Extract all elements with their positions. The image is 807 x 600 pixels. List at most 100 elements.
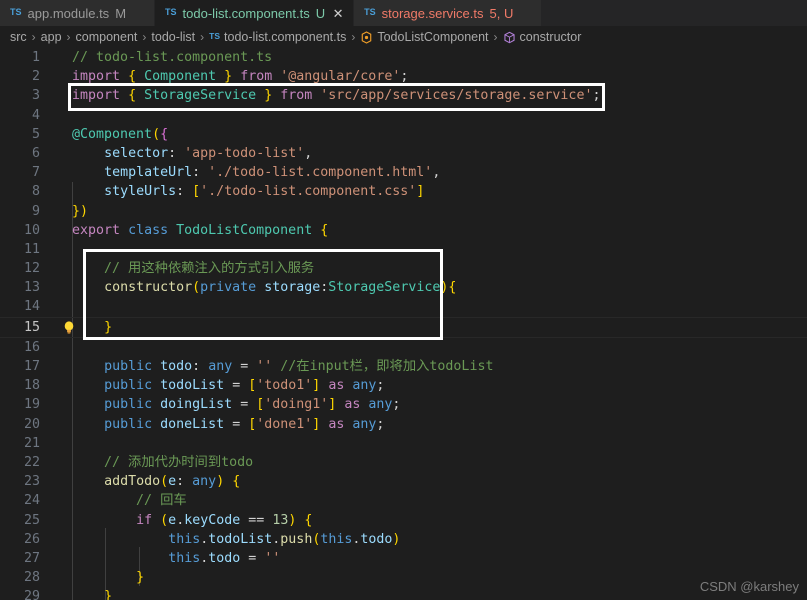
code-line[interactable]: 15 } — [0, 316, 807, 338]
code-line[interactable]: 22 // 添加代办时间到todo — [0, 453, 807, 472]
code-line[interactable]: 11 — [0, 240, 807, 259]
code-line[interactable]: 12 // 用这种依赖注入的方式引入服务 — [0, 259, 807, 278]
class-symbol-icon — [360, 30, 373, 44]
editor-tab-bar: TS app.module.ts M × TS todo-list.compon… — [0, 0, 807, 26]
tab-storage-service-ts[interactable]: TS storage.service.ts 5, U × — [354, 0, 543, 26]
line-number: 17 — [23, 359, 40, 374]
breadcrumb-item-component[interactable]: component — [76, 30, 138, 44]
code-line[interactable]: 1 // todo-list.component.ts — [0, 48, 807, 67]
code-line[interactable]: 26 this.todoList.push(this.todo) — [0, 530, 807, 549]
breadcrumb-item-todo-list[interactable]: todo-list — [151, 30, 195, 44]
code-text: } — [104, 589, 113, 600]
code-text: import { Component } from '@angular/core… — [72, 69, 409, 85]
breadcrumb-item-src[interactable]: src — [10, 30, 27, 44]
line-number: 21 — [23, 435, 40, 451]
code-line[interactable]: 13 constructor(private storage:StorageSe… — [0, 278, 807, 297]
breadcrumb-label: todo-list — [151, 30, 196, 44]
line-number: 13 — [23, 280, 40, 296]
code-editor[interactable]: 1 // todo-list.component.ts 2 import { Comp… — [0, 48, 807, 600]
typescript-file-icon: TS — [10, 7, 22, 17]
line-number: 16 — [23, 339, 40, 355]
line-number: 7 — [31, 165, 40, 181]
breadcrumb-item-app[interactable]: app — [41, 30, 62, 44]
code-text: selector: 'app-todo-list', — [104, 145, 313, 161]
code-line[interactable]: 4 — [0, 106, 807, 125]
code-text: addTodo(e: any) { — [104, 474, 241, 490]
breadcrumb-separator-icon: › — [31, 30, 36, 44]
line-number: 9 — [31, 203, 40, 219]
code-line[interactable]: 27 this.todo = '' — [0, 549, 807, 568]
code-line[interactable]: 14 — [0, 297, 807, 316]
code-text: public doingList = ['doing1'] as any; — [104, 397, 401, 413]
line-number: 8 — [31, 184, 40, 200]
code-line[interactable]: 18 public todoList = ['todo1'] as any; — [0, 376, 807, 395]
line-number: 18 — [23, 378, 40, 394]
line-number: 20 — [23, 416, 40, 432]
tab-close-icon[interactable]: ✕ — [332, 7, 344, 20]
code-line[interactable]: 28 } — [0, 568, 807, 587]
breadcrumb-separator-icon: › — [66, 30, 71, 44]
tab-bar-empty-space — [542, 0, 807, 26]
code-line[interactable]: 19 public doingList = ['doing1'] as any; — [0, 395, 807, 414]
code-line[interactable]: 7 templateUrl: './todo-list.component.ht… — [0, 163, 807, 182]
code-line[interactable]: 6 selector: 'app-todo-list', — [0, 144, 807, 163]
line-number: 2 — [31, 69, 40, 85]
line-number: 14 — [23, 299, 40, 315]
code-line[interactable]: 9}) — [0, 202, 807, 221]
tab-label: app.module.ts — [27, 5, 110, 21]
line-number: 5 — [31, 126, 40, 142]
code-line[interactable]: 3 import { StorageService } from 'src/app… — [0, 86, 807, 105]
code-line[interactable]: 16 — [0, 338, 807, 357]
breadcrumb-label: TodoListComponent — [377, 30, 489, 44]
code-text: styleUrls: ['./todo-list.component.css'] — [104, 184, 425, 200]
line-number: 4 — [31, 107, 40, 123]
code-line[interactable]: 2 import { Component } from '@angular/cor… — [0, 67, 807, 86]
code-text: @Component({ — [72, 126, 169, 142]
tab-label: storage.service.ts — [381, 5, 484, 21]
method-symbol-icon — [503, 31, 516, 44]
code-line[interactable]: 20 public doneList = ['done1'] as any; — [0, 415, 807, 434]
code-line[interactable]: 5 @Component({ — [0, 125, 807, 144]
typescript-file-icon: TS — [165, 7, 177, 17]
breadcrumb-label: constructor — [519, 30, 582, 44]
breadcrumb-label: src — [10, 30, 27, 44]
code-text: // 用这种依赖注入的方式引入服务 — [104, 261, 315, 277]
code-line[interactable]: 17 public todo: any = '' //在input栏，即将加入t… — [0, 357, 807, 376]
tab-error-badge: 5, U — [489, 5, 514, 21]
code-line[interactable]: 8 styleUrls: ['./todo-list.component.css… — [0, 182, 807, 201]
line-number: 27 — [23, 550, 40, 566]
breadcrumb-item-constructor[interactable]: constructor — [503, 30, 582, 44]
code-line[interactable]: 25 if (e.keyCode == 13) { — [0, 511, 807, 530]
code-text: // todo-list.component.ts — [72, 50, 273, 65]
watermark: CSDN @karshey — [699, 579, 799, 594]
code-line[interactable]: 29 } — [0, 587, 807, 600]
line-number: 29 — [23, 589, 40, 600]
line-number: 10 — [23, 222, 40, 238]
line-number: 22 — [23, 454, 40, 470]
tab-label: todo-list.component.ts — [182, 5, 310, 21]
line-number: 15 — [23, 319, 40, 335]
tab-app-module-ts[interactable]: TS app.module.ts M × — [0, 0, 156, 26]
breadcrumb-item-todo-list-component-ts[interactable]: TS todo-list.component.ts — [209, 30, 346, 44]
line-number: 1 — [31, 50, 40, 65]
tab-modified-badge: M — [115, 5, 127, 21]
code-line[interactable]: 23 addTodo(e: any) { — [0, 472, 807, 491]
breadcrumb-separator-icon: › — [351, 30, 356, 44]
code-text: public todoList = ['todo1'] as any; — [104, 378, 385, 394]
tab-todo-list-component-ts[interactable]: TS todo-list.component.ts U ✕ — [155, 0, 355, 26]
code-text: this.todoList.push(this.todo) — [168, 531, 401, 547]
code-text: templateUrl: './todo-list.component.html… — [104, 165, 441, 181]
line-number: 28 — [23, 570, 40, 586]
line-number: 26 — [23, 531, 40, 547]
code-text: }) — [72, 203, 89, 219]
code-line[interactable]: 21 — [0, 434, 807, 453]
line-number: 3 — [31, 88, 40, 104]
code-text: public todo: any = '' //在input栏，即将加入todo… — [104, 359, 494, 374]
typescript-file-icon: TS — [364, 7, 376, 17]
breadcrumb-item-todolistcomponent[interactable]: TodoListComponent — [360, 30, 489, 44]
code-line[interactable]: 24 // 回车 — [0, 491, 807, 510]
code-text: constructor(private storage:StorageServi… — [104, 280, 457, 296]
code-line[interactable]: 10 export class TodoListComponent { — [0, 221, 807, 240]
line-number: 25 — [23, 512, 40, 528]
line-number: 23 — [23, 474, 40, 490]
